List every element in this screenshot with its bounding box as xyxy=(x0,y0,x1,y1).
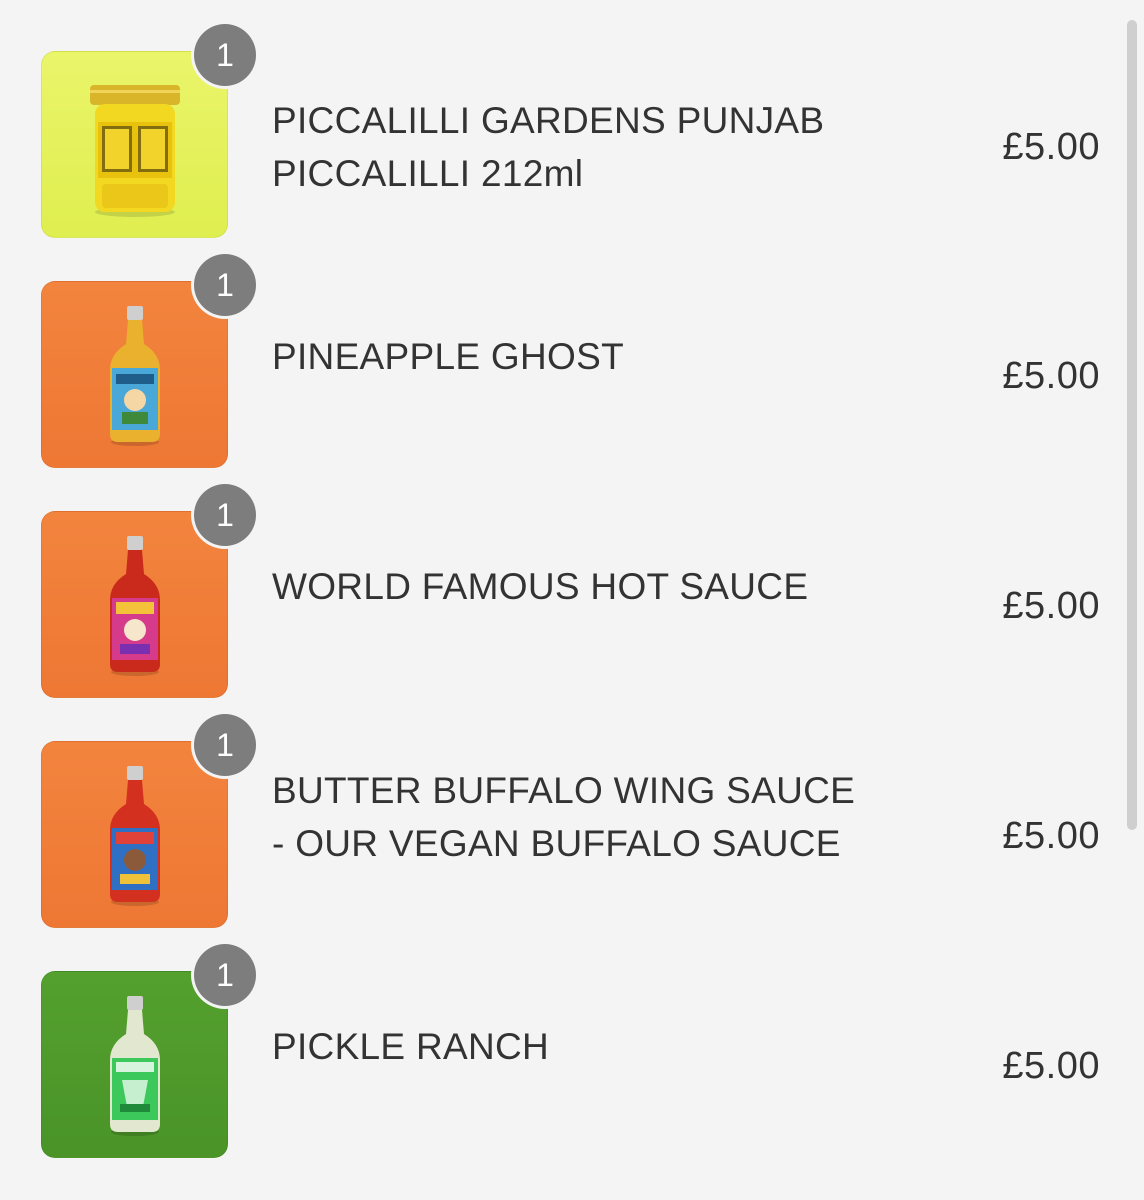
product-name[interactable]: BUTTER BUFFALO WING SAUCE - OUR VEGAN BU… xyxy=(272,764,932,870)
quantity-badge: 1 xyxy=(194,24,256,86)
jar-icon xyxy=(90,85,180,217)
quantity-badge: 1 xyxy=(194,484,256,546)
scrollbar[interactable] xyxy=(1127,20,1137,830)
product-image[interactable] xyxy=(41,281,228,468)
bottle-icon xyxy=(110,766,160,906)
bottle-icon xyxy=(110,306,160,446)
product-price: £5.00 xyxy=(1002,355,1100,397)
product-name[interactable]: PICKLE RANCH xyxy=(272,1020,932,1073)
product-price: £5.00 xyxy=(1002,126,1100,168)
product-price: £5.00 xyxy=(1002,1045,1100,1087)
product-price: £5.00 xyxy=(1002,585,1100,627)
cart-item[interactable]: 1 BUTTER BUFFALO WING SAUCE - OUR VEGAN … xyxy=(0,714,1120,931)
product-image[interactable] xyxy=(41,511,228,698)
cart-item[interactable]: 1 PICKLE RANCH £5.00 xyxy=(0,944,1120,1161)
product-name[interactable]: WORLD FAMOUS HOT SAUCE xyxy=(272,560,932,613)
cart-item-list: 1 PICCALILLI GARDENS PUNJAB PICCALILLI 2… xyxy=(0,0,1144,1200)
product-name[interactable]: PINEAPPLE GHOST xyxy=(272,330,932,383)
quantity-badge: 1 xyxy=(194,254,256,316)
bottle-icon xyxy=(110,996,160,1136)
product-image[interactable] xyxy=(41,971,228,1158)
product-price: £5.00 xyxy=(1002,815,1100,857)
product-name[interactable]: PICCALILLI GARDENS PUNJAB PICCALILLI 212… xyxy=(272,94,932,200)
cart-item[interactable]: 1 PINEAPPLE GHOST £5.00 xyxy=(0,254,1120,471)
product-image[interactable] xyxy=(41,51,228,238)
product-image[interactable] xyxy=(41,741,228,928)
bottle-icon xyxy=(110,536,160,676)
quantity-badge: 1 xyxy=(194,714,256,776)
cart-item[interactable]: 1 WORLD FAMOUS HOT SAUCE £5.00 xyxy=(0,484,1120,701)
cart-item[interactable]: 1 PICCALILLI GARDENS PUNJAB PICCALILLI 2… xyxy=(0,24,1120,241)
quantity-badge: 1 xyxy=(194,944,256,1006)
